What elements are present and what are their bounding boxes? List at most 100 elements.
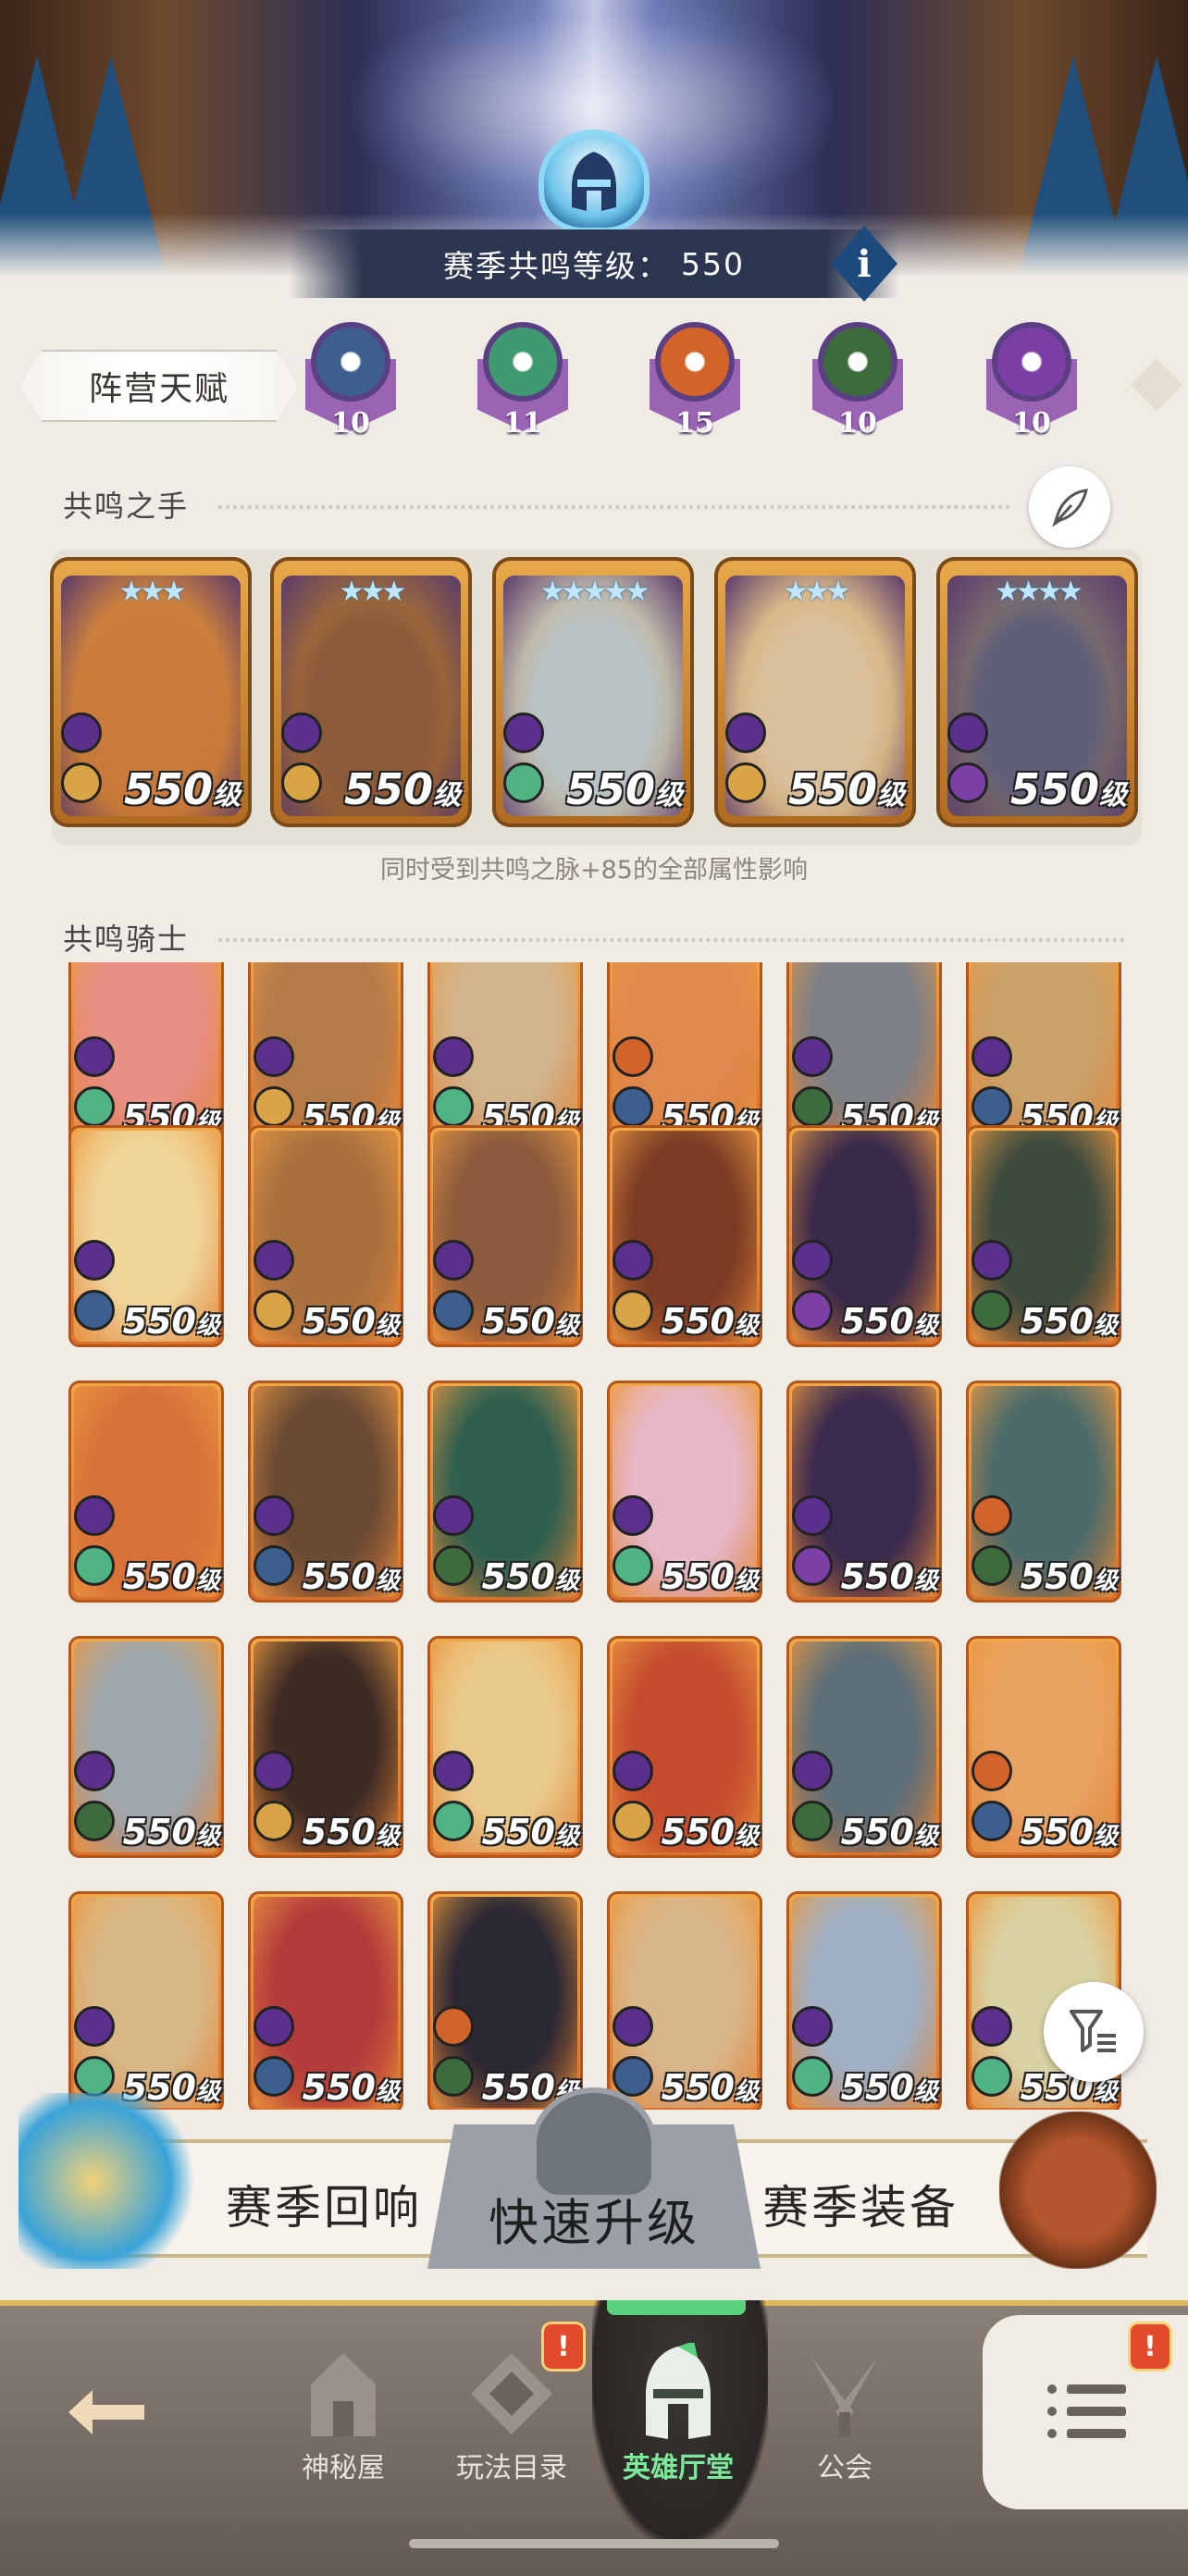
- quill-edit-button[interactable]: [1029, 466, 1110, 548]
- faction-medal[interactable]: 11: [463, 322, 583, 442]
- hero-level: 550级: [661, 1812, 759, 1852]
- nav-item-hero-hall[interactable]: 英雄厅堂: [600, 2324, 757, 2528]
- faction-badge-icon: [971, 1240, 1012, 1281]
- menu-button[interactable]: !: [983, 2315, 1188, 2509]
- faction-medal[interactable]: 10: [971, 322, 1092, 442]
- hero-level: 550级: [481, 1301, 579, 1342]
- hero-level: 550级: [565, 764, 683, 814]
- knight-hero-card[interactable]: 550级: [966, 1636, 1121, 1858]
- class-badge-icon: [725, 762, 766, 803]
- nav-label: 英雄厅堂: [623, 2452, 734, 2484]
- knight-hero-card[interactable]: 550级: [607, 1125, 762, 1347]
- knight-hero-card[interactable]: 550级: [248, 1891, 403, 2110]
- class-badge-icon: [74, 1545, 115, 1586]
- knight-hero-card[interactable]: 550级: [248, 1381, 403, 1603]
- nav-item-mystery-house[interactable]: 神秘屋: [265, 2324, 422, 2528]
- faction-badge-icon: [613, 1751, 653, 1791]
- faction-badge-icon: [971, 1495, 1012, 1536]
- hero-level: 550级: [481, 1812, 579, 1852]
- knight-hero-card[interactable]: 550级: [68, 1636, 224, 1858]
- faction-medal[interactable]: 15: [635, 322, 755, 442]
- star-rating: ★★★: [783, 576, 851, 608]
- class-badge-icon: [281, 762, 322, 803]
- knight-hero-card[interactable]: 550级: [786, 962, 942, 1144]
- faction-badge-icon: [792, 1495, 833, 1536]
- resonance-hint: 同时受到共鸣之脉+85的全部属性影响: [380, 856, 808, 885]
- knight-hero-card[interactable]: 550级: [607, 1381, 762, 1603]
- faction-badge-icon: [971, 2006, 1012, 2047]
- knight-hero-card[interactable]: 550级: [68, 962, 224, 1144]
- knight-hero-card[interactable]: 550级: [427, 1636, 583, 1858]
- class-badge-icon: [433, 1290, 474, 1331]
- action-bar: 赛季回响 快速升级 赛季装备: [0, 2093, 1188, 2269]
- faction-badge-icon: [281, 712, 322, 753]
- season-echo-button[interactable]: 赛季回响: [204, 2158, 444, 2250]
- knight-hero-card[interactable]: 550级: [68, 1891, 224, 2110]
- class-badge-icon: [613, 1545, 653, 1586]
- section-divider: [218, 505, 1010, 509]
- star-rating: ★★★: [339, 576, 407, 608]
- knight-hero-card[interactable]: 550级: [786, 1636, 942, 1858]
- faction-badge-icon: [74, 1036, 115, 1077]
- knight-hero-card[interactable]: 550级: [248, 1636, 403, 1858]
- hand-hero-card[interactable]: ★★★ 550级: [50, 557, 252, 827]
- guild-swords-icon: [798, 2343, 891, 2445]
- knight-hero-card[interactable]: 550级: [68, 1125, 224, 1347]
- class-badge-icon: [613, 1086, 653, 1127]
- class-badge-icon: [433, 1086, 474, 1127]
- hand-hero-card[interactable]: ★★★ 550级: [270, 557, 472, 827]
- knight-hero-card[interactable]: 550级: [607, 962, 762, 1144]
- knight-hero-card[interactable]: 550级: [427, 1381, 583, 1603]
- mystery-house-icon: [297, 2343, 390, 2445]
- back-button[interactable]: [56, 2361, 157, 2463]
- hero-level: 550级: [343, 764, 461, 814]
- knight-hero-card[interactable]: 550级: [786, 1381, 942, 1603]
- knight-hero-card[interactable]: 550级: [607, 1636, 762, 1858]
- knight-hero-card[interactable]: 550级: [966, 1125, 1121, 1347]
- knight-hero-card[interactable]: 550级: [427, 1125, 583, 1347]
- star-rating: ★★★: [118, 576, 187, 608]
- season-emblem: [538, 130, 650, 233]
- class-badge-icon: [74, 2056, 115, 2097]
- faction-medal[interactable]: 10: [798, 322, 918, 442]
- faction-talent-label: 阵营天赋: [20, 350, 298, 422]
- class-badge-icon: [254, 1545, 294, 1586]
- class-badge-icon: [792, 1801, 833, 1841]
- knight-hero-card[interactable]: 550级: [427, 962, 583, 1144]
- nav-item-play-catalog[interactable]: 玩法目录 !: [433, 2324, 590, 2528]
- hand-hero-card[interactable]: ★★★ 550级: [714, 557, 916, 827]
- faction-badge-icon: [254, 2006, 294, 2047]
- knight-hero-card[interactable]: 550级: [248, 962, 403, 1144]
- class-badge-icon: [74, 1801, 115, 1841]
- faction-badge-icon: [613, 1495, 653, 1536]
- knight-hero-card[interactable]: 550级: [966, 962, 1121, 1144]
- nav-item-guild[interactable]: 公会: [766, 2324, 923, 2528]
- star-rating: ★★★★: [995, 576, 1083, 608]
- knight-grid[interactable]: 550级 550级 550级 550级 550级 550级 550级 550级 550级 550级…: [0, 962, 1188, 2110]
- knight-hero-card[interactable]: 550级: [966, 1381, 1121, 1603]
- nav-active-indicator: [607, 2300, 746, 2315]
- season-gear-button[interactable]: 赛季装备: [740, 2158, 981, 2250]
- hero-level: 550级: [1020, 1812, 1118, 1852]
- faction-badge-icon: [254, 1751, 294, 1791]
- season-level-bar: 赛季共鸣等级： 550: [289, 229, 899, 298]
- faction-badge-icon: [433, 1036, 474, 1077]
- knight-hero-card[interactable]: 550级: [68, 1381, 224, 1603]
- knight-hero-card[interactable]: 550级: [786, 1125, 942, 1347]
- class-badge-icon: [503, 762, 544, 803]
- filter-button[interactable]: [1044, 1982, 1144, 2082]
- hero-level: 550级: [122, 1812, 220, 1852]
- knight-hero-card[interactable]: 550级: [427, 1891, 583, 2110]
- faction-badge-icon: [254, 1495, 294, 1536]
- quick-upgrade-button[interactable]: 快速升级: [427, 2167, 761, 2269]
- knight-hero-card[interactable]: 550级: [248, 1125, 403, 1347]
- home-indicator: [409, 2539, 779, 2548]
- faction-medal[interactable]: 10: [291, 322, 411, 442]
- hero-level: 550级: [1020, 1301, 1118, 1342]
- hand-hero-card[interactable]: ★★★★★ 550级: [492, 557, 694, 827]
- hero-level: 550级: [302, 1301, 400, 1342]
- knight-hero-card[interactable]: 550级: [786, 1891, 942, 2110]
- hand-hero-card[interactable]: ★★★★ 550级: [936, 557, 1138, 827]
- knight-hero-card[interactable]: 550级: [607, 1891, 762, 2110]
- bottom-nav: 神秘屋 玩法目录 ! 英雄厅堂 公会 !: [0, 2300, 1188, 2576]
